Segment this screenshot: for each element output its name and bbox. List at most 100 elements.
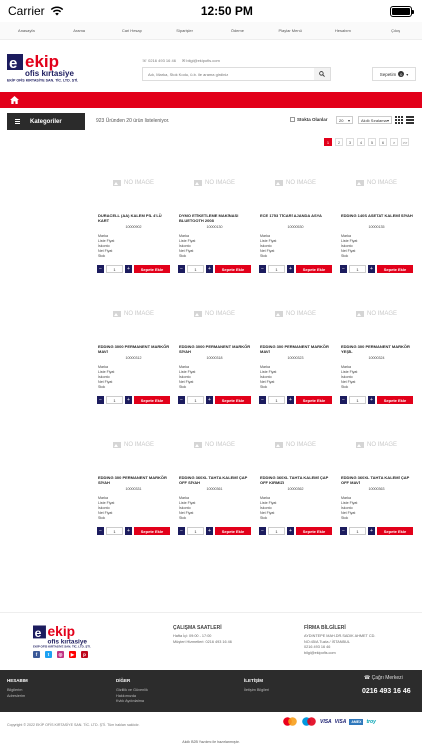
product-image[interactable]: NO IMAGE [340, 438, 413, 451]
qty-input[interactable]: 1 [349, 265, 366, 273]
qty-increase-button[interactable]: + [125, 396, 132, 404]
qty-input[interactable]: 1 [268, 265, 285, 273]
qty-increase-button[interactable]: + [368, 265, 375, 273]
brand-logo[interactable]: e ekip ofis kırtasiye EKİP OFİS KIRTASİY… [7, 52, 101, 82]
account-link[interactable]: Adreslerim [7, 694, 25, 700]
home-icon[interactable] [10, 96, 19, 104]
add-to-cart-button[interactable]: Sepete Ekle [377, 265, 413, 273]
qty-input[interactable]: 1 [187, 527, 204, 535]
search-input[interactable] [143, 68, 313, 80]
qty-decrease-button[interactable]: − [340, 527, 347, 535]
top-nav-item[interactable]: Arama [53, 28, 106, 33]
list-view-icon[interactable] [406, 116, 414, 124]
page-link[interactable]: 2 [335, 138, 343, 146]
qty-decrease-button[interactable]: − [97, 265, 104, 273]
categories-button[interactable]: Kategoriler [7, 113, 85, 130]
add-to-cart-button[interactable]: Sepete Ekle [215, 396, 251, 404]
cart-button[interactable]: Sepetim 0 ▾ [372, 67, 416, 81]
qty-input[interactable]: 1 [106, 265, 123, 273]
top-nav-item[interactable]: Hesabım [317, 28, 370, 33]
qty-decrease-button[interactable]: − [97, 527, 104, 535]
qty-input[interactable]: 1 [106, 527, 123, 535]
add-to-cart-button[interactable]: Sepete Ekle [134, 396, 170, 404]
pinterest-icon[interactable]: p [81, 651, 88, 658]
facebook-icon[interactable]: f [33, 651, 40, 658]
product-name[interactable]: EDDING 300 PERMANENT MARKÖR MAVİ [260, 344, 332, 354]
product-name[interactable]: ECE 1753 TİCARİ AJANDA ASYA [260, 213, 332, 223]
page-link[interactable]: > [390, 138, 398, 146]
product-image[interactable]: NO IMAGE [259, 307, 332, 320]
qty-decrease-button[interactable]: − [178, 265, 185, 273]
qty-decrease-button[interactable]: − [259, 527, 266, 535]
product-name[interactable]: DURACELL (AA) KALEM PİL 4'LÜ KART [98, 213, 170, 223]
add-to-cart-button[interactable]: Sepete Ekle [215, 527, 251, 535]
add-to-cart-button[interactable]: Sepete Ekle [377, 396, 413, 404]
qty-decrease-button[interactable]: − [340, 396, 347, 404]
add-to-cart-button[interactable]: Sepete Ekle [296, 265, 332, 273]
qty-increase-button[interactable]: + [287, 396, 294, 404]
product-image[interactable]: NO IMAGE [340, 307, 413, 320]
top-nav-item[interactable]: Çıkış [369, 28, 422, 33]
product-image[interactable]: NO IMAGE [178, 438, 251, 451]
header-email[interactable]: ✉ bilgi@ekipofis.com [182, 58, 220, 63]
qty-decrease-button[interactable]: − [178, 527, 185, 535]
qty-increase-button[interactable]: + [287, 265, 294, 273]
in-stock-filter[interactable]: Stokta Olanlar [290, 117, 328, 122]
product-image[interactable]: NO IMAGE [97, 307, 170, 320]
footer-logo[interactable]: e ekip ofis kırtasiye EKİP OFİS KIRTASİY… [33, 622, 109, 650]
product-name[interactable]: EDDING 3000 PERMANENT MARKÖR SİYAH [179, 344, 251, 354]
product-name[interactable]: EDDING 140S ASETAT KALEMİ SİYAH [341, 213, 413, 223]
page-size-select[interactable]: 20 ▾ [336, 116, 353, 124]
product-name[interactable]: EDDING 360XL TAHTA KALEMİ ÇAP OFF SİYAH [179, 475, 251, 485]
add-to-cart-button[interactable]: Sepete Ekle [134, 265, 170, 273]
qty-increase-button[interactable]: + [206, 265, 213, 273]
add-to-cart-button[interactable]: Sepete Ekle [296, 396, 332, 404]
product-name[interactable]: EDDING 360XL TAHTA KALEMİ ÇAP OFF MAVİ [341, 475, 413, 485]
qty-input[interactable]: 1 [268, 527, 285, 535]
top-nav-item[interactable]: Playlar Menü [264, 28, 317, 33]
page-link[interactable]: 4 [357, 138, 365, 146]
product-name[interactable]: EDDING 3000 PERMANENT MARKÖR MAVİ [98, 344, 170, 354]
product-image[interactable]: NO IMAGE [340, 176, 413, 189]
product-image[interactable]: NO IMAGE [97, 438, 170, 451]
in-stock-checkbox[interactable] [290, 117, 295, 122]
top-nav-item[interactable]: Ödeme [211, 28, 264, 33]
qty-increase-button[interactable]: + [125, 265, 132, 273]
product-name[interactable]: EDDING 360XL TAHTA KALEMİ ÇAP OFF KIRMIZ… [260, 475, 332, 485]
qty-input[interactable]: 1 [349, 527, 366, 535]
product-image[interactable]: NO IMAGE [259, 176, 332, 189]
other-link[interactable]: Kvkk Aydınlatma [116, 699, 148, 705]
qty-increase-button[interactable]: + [206, 396, 213, 404]
qty-increase-button[interactable]: + [368, 527, 375, 535]
sort-select[interactable]: Akıllı Sıralama ▾ [358, 116, 392, 124]
qty-increase-button[interactable]: + [125, 527, 132, 535]
top-nav-item[interactable]: Anasayfa [0, 28, 53, 33]
add-to-cart-button[interactable]: Sepete Ekle [296, 527, 332, 535]
qty-input[interactable]: 1 [268, 396, 285, 404]
contact-link[interactable]: İletişim Bilgileri [244, 688, 269, 694]
top-nav-item[interactable]: Cari Hesap [106, 28, 159, 33]
product-name[interactable]: EDDING 300 PERMANENT MARKÖR YEŞİL [341, 344, 413, 354]
qty-increase-button[interactable]: + [287, 527, 294, 535]
product-name[interactable]: EDDING 300 PERMANENT MARKÖR SİYAH [98, 475, 170, 485]
instagram-icon[interactable]: ◎ [57, 651, 64, 658]
qty-input[interactable]: 1 [187, 396, 204, 404]
twitter-icon[interactable]: t [45, 651, 52, 658]
youtube-icon[interactable]: ▶ [69, 651, 76, 658]
qty-decrease-button[interactable]: − [178, 396, 185, 404]
page-link[interactable]: 5 [368, 138, 376, 146]
qty-input[interactable]: 1 [106, 396, 123, 404]
qty-decrease-button[interactable]: − [340, 265, 347, 273]
search-button[interactable] [314, 68, 330, 80]
add-to-cart-button[interactable]: Sepete Ekle [134, 527, 170, 535]
page-link[interactable]: 1 [324, 138, 332, 146]
add-to-cart-button[interactable]: Sepete Ekle [377, 527, 413, 535]
qty-input[interactable]: 1 [349, 396, 366, 404]
qty-decrease-button[interactable]: − [259, 265, 266, 273]
product-name[interactable]: DYMO ETİKETLEME MAKİNASI BLUETOOTH 2008 [179, 213, 251, 223]
page-link[interactable]: >> [401, 138, 409, 146]
qty-increase-button[interactable]: + [368, 396, 375, 404]
product-image[interactable]: NO IMAGE [259, 438, 332, 451]
product-image[interactable]: NO IMAGE [97, 176, 170, 189]
header-phone[interactable]: ☏ 0216 493 16 46 [142, 58, 176, 63]
